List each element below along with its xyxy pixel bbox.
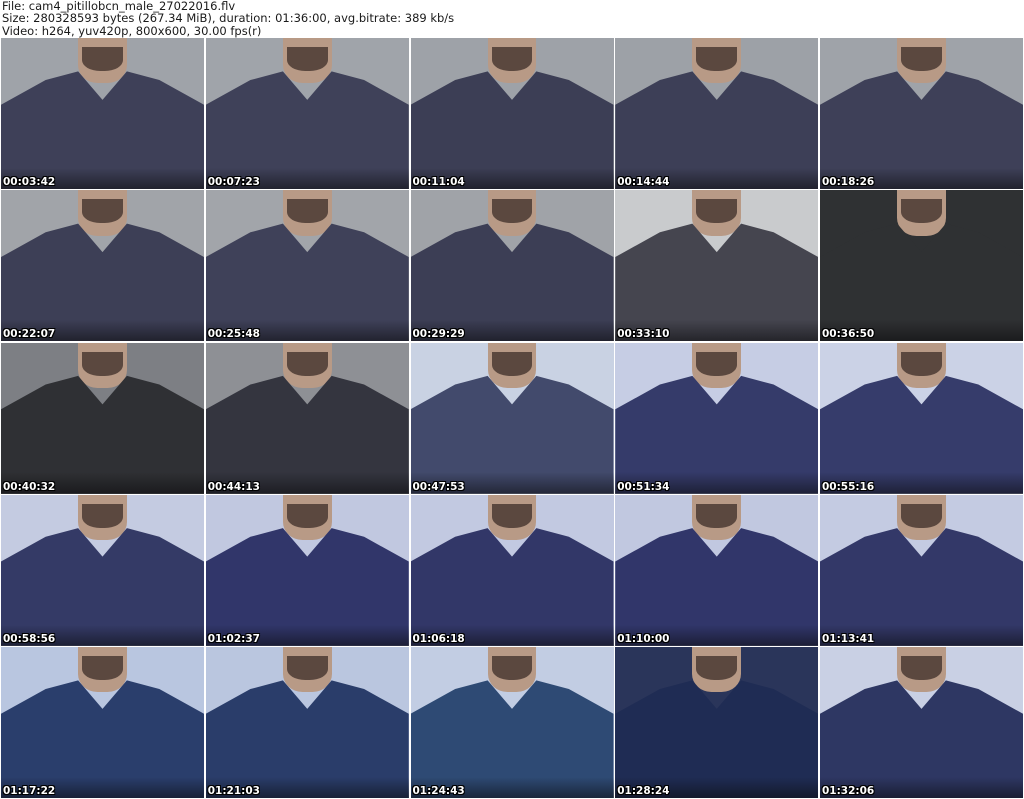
video-thumbnail: 00:29:29 xyxy=(410,190,614,342)
video-thumbnail: 00:25:48 xyxy=(205,190,409,342)
thumbnail-timestamp: 01:02:37 xyxy=(207,632,260,645)
thumbnail-timestamp: 01:17:22 xyxy=(3,785,56,797)
thumbnail-frame-chin xyxy=(82,503,123,528)
video-info-line: Video: h264, yuv420p, 800x600, 30.00 fps… xyxy=(2,23,262,38)
thumbnail-timestamp: 00:51:34 xyxy=(617,480,670,493)
file-info-header: File: cam4_pitillobcn_male_27022016.flv … xyxy=(2,0,1022,37)
video-thumbnail: 00:55:16 xyxy=(820,342,1023,494)
thumbnail-timestamp: 01:28:24 xyxy=(617,785,670,797)
video-thumbnail: 01:06:18 xyxy=(410,494,614,646)
thumbnail-grid: 00:03:42 00:07:23 00:11:04 00:14:44 00:18:26… xyxy=(1,38,1023,798)
thumbnail-timestamp: 00:33:10 xyxy=(617,328,670,341)
thumbnail-frame-chin xyxy=(491,503,533,528)
thumbnail-timestamp: 00:47:53 xyxy=(412,480,465,493)
video-thumbnail: 01:02:37 xyxy=(205,494,409,646)
thumbnail-frame-chin xyxy=(286,199,328,224)
video-thumbnail: 00:03:42 xyxy=(1,38,204,189)
thumbnail-timestamp: 00:07:23 xyxy=(207,176,260,188)
thumbnail-frame-chin xyxy=(82,656,123,681)
video-thumbnail: 00:18:26 xyxy=(820,38,1023,189)
video-thumbnail: 00:40:32 xyxy=(1,342,204,494)
thumbnail-frame-chin xyxy=(696,199,738,224)
thumbnail-timestamp: 01:24:43 xyxy=(412,785,465,797)
thumbnail-timestamp: 00:55:16 xyxy=(822,480,875,493)
video-thumbnail: 01:28:24 xyxy=(615,647,819,798)
file-size-line: Size: 280328593 bytes (267.34 MiB), dura… xyxy=(2,11,455,26)
video-thumbnail: 01:17:22 xyxy=(1,647,204,798)
video-thumbnail: 00:14:44 xyxy=(615,38,819,189)
thumbnail-timestamp: 01:13:41 xyxy=(822,632,875,645)
thumbnail-timestamp: 00:03:42 xyxy=(3,176,56,188)
video-thumbnail: 01:32:06 xyxy=(820,647,1023,798)
thumbnail-frame-chin xyxy=(82,199,123,224)
video-thumbnail: 00:22:07 xyxy=(1,190,204,342)
video-thumbnail: 00:51:34 xyxy=(615,342,819,494)
thumbnail-frame-chin xyxy=(901,199,942,224)
video-thumbnail: 00:36:50 xyxy=(820,190,1023,342)
video-thumbnail: 00:11:04 xyxy=(410,38,614,189)
thumbnail-frame-chin xyxy=(901,656,942,681)
thumbnail-timestamp: 00:29:29 xyxy=(412,328,465,341)
video-thumbnail: 01:21:03 xyxy=(205,647,409,798)
thumbnail-frame-chin xyxy=(491,656,533,681)
video-thumbnail: 01:13:41 xyxy=(820,494,1023,646)
thumbnail-frame-chin xyxy=(286,503,328,528)
video-thumbnail: 00:47:53 xyxy=(410,342,614,494)
thumbnail-frame-chin xyxy=(286,351,328,376)
video-thumbnail: 00:58:56 xyxy=(1,494,204,646)
thumbnail-timestamp: 01:06:18 xyxy=(412,632,465,645)
thumbnail-timestamp: 01:21:03 xyxy=(207,785,260,797)
thumbnail-frame-chin xyxy=(286,656,328,681)
thumbnail-frame-chin xyxy=(901,47,942,72)
thumbnail-frame-chin xyxy=(696,656,738,681)
video-thumbnail: 00:33:10 xyxy=(615,190,819,342)
thumbnail-timestamp: 00:36:50 xyxy=(822,328,875,341)
thumbnail-timestamp: 00:58:56 xyxy=(3,632,56,645)
thumbnail-frame-chin xyxy=(286,47,328,72)
thumbnail-timestamp: 01:10:00 xyxy=(617,632,670,645)
video-thumbnail: 00:07:23 xyxy=(205,38,409,189)
thumbnail-frame-chin xyxy=(491,199,533,224)
thumbnail-frame-chin xyxy=(82,47,123,72)
video-thumbnail: 01:10:00 xyxy=(615,494,819,646)
thumbnail-frame-chin xyxy=(901,503,942,528)
thumbnail-timestamp: 00:22:07 xyxy=(3,328,56,341)
thumbnail-frame-chin xyxy=(82,351,123,376)
thumbnail-timestamp: 00:25:48 xyxy=(207,328,260,341)
thumbnail-frame-chin xyxy=(696,47,738,72)
thumbnail-timestamp: 00:11:04 xyxy=(412,176,465,188)
video-thumbnail: 01:24:43 xyxy=(410,647,614,798)
thumbnail-frame-chin xyxy=(491,47,533,72)
thumbnail-frame-chin xyxy=(696,503,738,528)
thumbnail-timestamp: 00:14:44 xyxy=(617,176,670,188)
thumbnail-frame-chin xyxy=(696,351,738,376)
thumbnail-timestamp: 00:44:13 xyxy=(207,480,260,493)
thumbnail-timestamp: 00:40:32 xyxy=(3,480,56,493)
video-thumbnail: 00:44:13 xyxy=(205,342,409,494)
thumbnail-timestamp: 00:18:26 xyxy=(822,176,875,188)
thumbnail-frame-chin xyxy=(491,351,533,376)
thumbnail-timestamp: 01:32:06 xyxy=(822,785,875,797)
thumbnail-frame-chin xyxy=(901,351,942,376)
